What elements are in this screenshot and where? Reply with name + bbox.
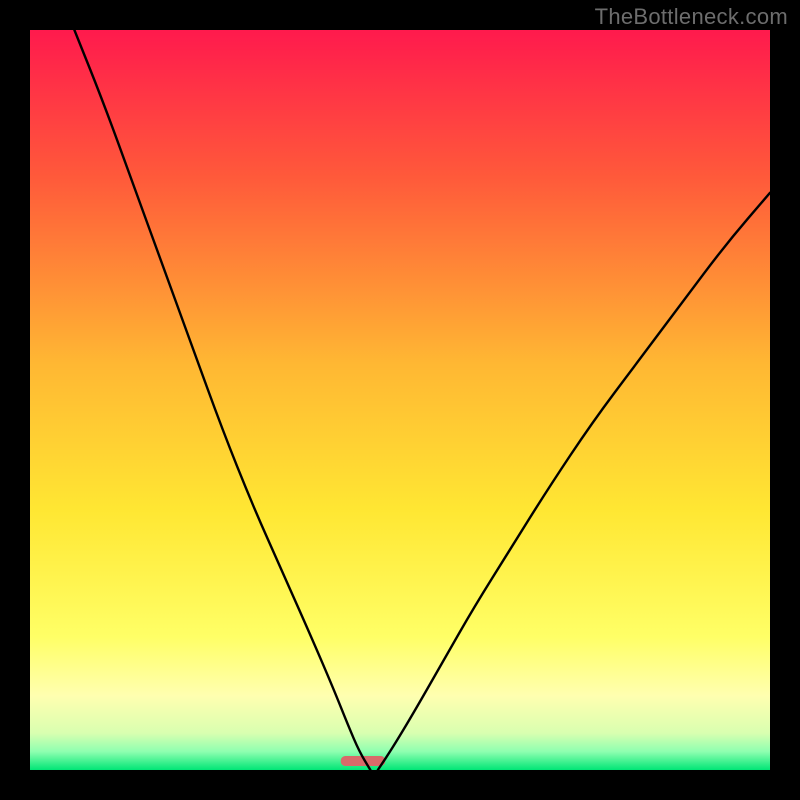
watermark-text: TheBottleneck.com [595,4,788,30]
chart-plot-area [30,30,770,770]
chart-frame: TheBottleneck.com [0,0,800,800]
chart-background-gradient [30,30,770,770]
chart-svg [30,30,770,770]
